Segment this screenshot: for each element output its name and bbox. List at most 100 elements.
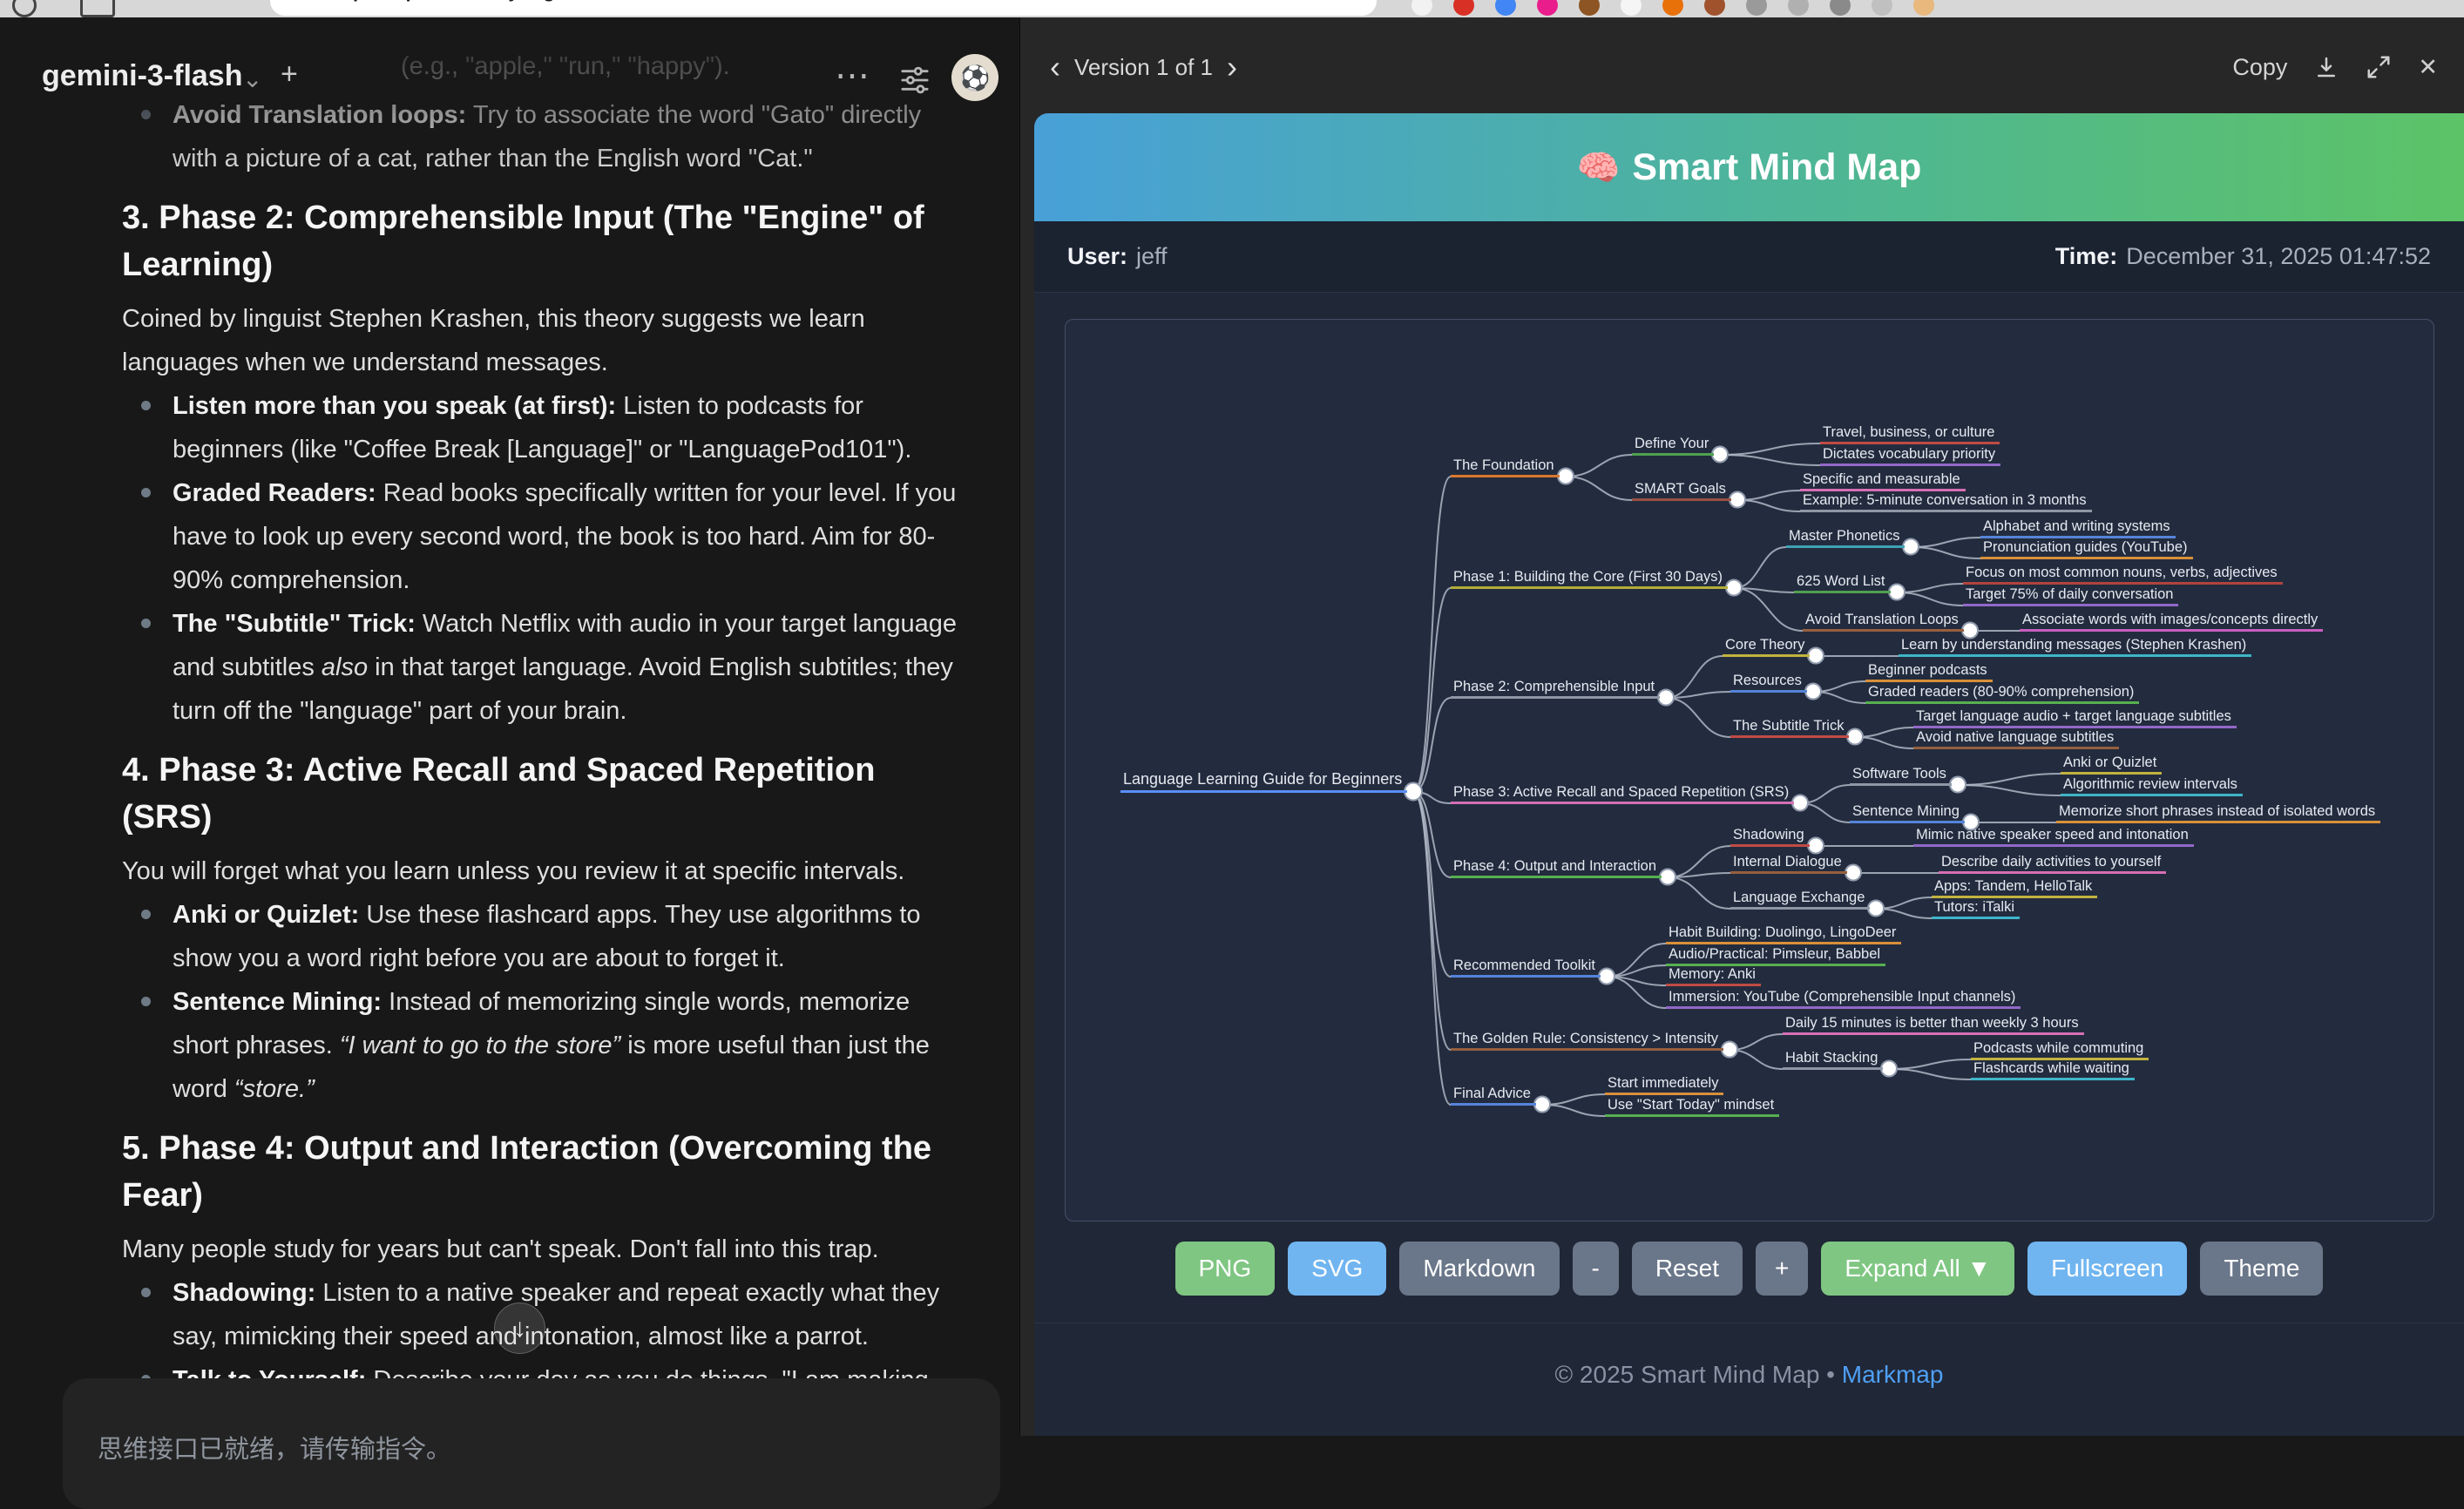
extension-icon[interactable] [1537, 0, 1558, 16]
doc-heading: 3. Phase 2: Comprehensible Input (The "E… [122, 194, 971, 288]
mindmap-node[interactable]: Podcasts while commuting [1971, 1039, 2149, 1060]
extension-icon[interactable] [1746, 0, 1767, 16]
mindmap-node[interactable]: Define Your [1632, 435, 1714, 456]
extension-icon[interactable] [1621, 0, 1642, 16]
extension-icon[interactable] [1788, 0, 1809, 16]
mindmap-node[interactable]: Habit Building: Duolingo, LingoDeer [1666, 924, 1901, 944]
mindmap-node[interactable]: Daily 15 minutes is better than weekly 3… [1783, 1014, 2084, 1035]
fullscreen-button[interactable]: Fullscreen [2027, 1242, 2187, 1296]
mindmap-node[interactable]: Tutors: iTalki [1932, 898, 2020, 919]
mindmap-node[interactable]: Anki or Quizlet [2061, 754, 2162, 775]
mindmap-node[interactable]: Specific and measurable [1800, 470, 1966, 491]
markdown-button[interactable]: Markdown [1399, 1242, 1559, 1296]
mindmap-node[interactable]: Avoid native language subtitles [1913, 728, 2119, 749]
mindmap-node[interactable]: Alphabet and writing systems [1980, 518, 2176, 538]
mindmap-node[interactable]: Apps: Tandem, HelloTalk [1932, 877, 2097, 898]
extension-icon[interactable] [1913, 0, 1934, 16]
reset-button[interactable]: Reset [1632, 1242, 1743, 1296]
mindmap-node[interactable]: The Foundation [1451, 457, 1560, 477]
extension-icon[interactable] [1411, 0, 1432, 16]
zoom-out-button[interactable]: - [1573, 1242, 1619, 1296]
mindmap-node[interactable]: Associate words with images/concepts dir… [2020, 611, 2323, 632]
mindmap-node[interactable]: The Subtitle Trick [1730, 717, 1849, 738]
mindmap-node[interactable]: Phase 2: Comprehensible Input [1451, 678, 1660, 699]
mindmap-node-dot [1722, 1042, 1737, 1058]
copy-button[interactable]: Copy [2232, 54, 2287, 81]
model-selector[interactable]: gemini-3-flash [42, 59, 242, 93]
mindmap-node[interactable]: Memorize short phrases instead of isolat… [2056, 802, 2380, 823]
extension-icon[interactable] [1579, 0, 1600, 16]
mindmap-node[interactable]: Language Exchange [1730, 889, 1870, 910]
mindmap-node[interactable]: Travel, business, or culture [1820, 423, 2000, 444]
mindmap-node[interactable]: Start immediately [1605, 1074, 1723, 1095]
extension-icon[interactable] [1872, 0, 1892, 16]
fullscreen-expand-icon[interactable] [2366, 54, 2392, 80]
mindmap-node[interactable]: Recommended Toolkit [1451, 957, 1601, 978]
zoom-in-button[interactable]: + [1756, 1242, 1808, 1296]
mindmap-node[interactable]: The Golden Rule: Consistency > Intensity [1451, 1030, 1723, 1051]
mindmap-node[interactable]: Target language audio + target language … [1913, 707, 2237, 728]
close-icon[interactable]: ✕ [2418, 54, 2438, 81]
chat-input[interactable] [63, 1378, 1000, 1509]
user-value: jeff [1136, 243, 1168, 270]
mindmap-node[interactable]: Dictates vocabulary priority [1820, 445, 2000, 466]
mindmap-node[interactable]: Master Phonetics [1786, 527, 1905, 548]
mindmap-node[interactable]: Phase 1: Building the Core (First 30 Day… [1451, 568, 1728, 589]
expand-all-button[interactable]: Expand All ▼ [1821, 1242, 2014, 1296]
mindmap-node[interactable]: Language Learning Guide for Beginners [1120, 769, 1407, 793]
mindmap-node-dot [1903, 539, 1919, 555]
new-chat-button[interactable]: + [281, 58, 298, 91]
mindmap-node[interactable]: Target 75% of daily conversation [1963, 585, 2178, 606]
previous-version-button[interactable]: ‹ [1041, 54, 1069, 80]
extension-icon[interactable] [1453, 0, 1474, 16]
mindmap-node[interactable]: Pronunciation guides (YouTube) [1980, 538, 2193, 559]
mindmap-node[interactable]: Phase 4: Output and Interaction [1451, 857, 1662, 878]
svg-button[interactable]: SVG [1288, 1242, 1386, 1296]
mindmap-node[interactable]: Resources [1730, 672, 1807, 693]
scroll-to-bottom-button[interactable]: ↓ [494, 1303, 545, 1354]
extension-icon[interactable] [1495, 0, 1516, 16]
mindmap-node[interactable]: Avoid Translation Loops [1803, 611, 1964, 632]
mindmap-node[interactable]: Software Tools [1850, 765, 1952, 786]
footer-separator: • [1826, 1361, 1835, 1388]
mindmap-canvas[interactable]: Language Learning Guide for Beginners The… [1066, 320, 2434, 1221]
address-bar[interactable]: https://open-webui.yungtzedaidata.site/c… [270, 0, 1377, 16]
mindmap-node[interactable]: Memory: Anki [1666, 965, 1761, 986]
mindmap-node[interactable]: Phase 3: Active Recall and Spaced Repeti… [1451, 783, 1794, 804]
mindmap-node[interactable]: Describe daily activities to yourself [1939, 853, 2166, 874]
mindmap-node[interactable]: Audio/Practical: Pimsleur, Babbel [1666, 945, 1885, 966]
mindmap-node[interactable]: Habit Stacking [1783, 1049, 1883, 1070]
next-version-button[interactable]: › [1218, 54, 1246, 80]
mindmap-node[interactable]: Final Advice [1451, 1085, 1536, 1106]
png-button[interactable]: PNG [1175, 1242, 1276, 1296]
extension-icon[interactable] [1830, 0, 1851, 16]
mindmap-node[interactable]: Focus on most common nouns, verbs, adjec… [1963, 564, 2283, 585]
mindmap-node[interactable]: Use "Start Today" mindset [1605, 1096, 1779, 1117]
mindmap-node[interactable]: Immersion: YouTube (Comprehensible Input… [1666, 988, 2021, 1009]
markmap-link[interactable]: Markmap [1842, 1361, 1944, 1388]
controls-sliders-icon[interactable] [899, 64, 931, 100]
chevron-down-icon[interactable]: ⌄ [242, 64, 262, 93]
extension-icon[interactable] [1662, 0, 1683, 16]
mindmap-node[interactable]: Beginner podcasts [1865, 661, 1993, 682]
mindmap-node[interactable]: Mimic native speaker speed and intonatio… [1913, 826, 2194, 847]
mindmap-node[interactable]: Learn by understanding messages (Stephen… [1899, 636, 2251, 657]
mindmap-node[interactable]: Core Theory [1723, 636, 1810, 657]
theme-button[interactable]: Theme [2200, 1242, 2323, 1296]
download-icon[interactable] [2313, 54, 2339, 80]
mindmap-node[interactable]: Graded readers (80-90% comprehension) [1865, 683, 2139, 704]
mindmap-node[interactable]: Example: 5-minute conversation in 3 mont… [1800, 491, 2092, 512]
mindmap-viewport[interactable]: Language Learning Guide for Beginners The… [1065, 319, 2434, 1221]
avatar[interactable]: ⚽ [951, 54, 998, 101]
mindmap-node[interactable]: Internal Dialogue [1730, 853, 1847, 874]
mindmap-node[interactable]: Sentence Mining [1850, 802, 1965, 823]
mindmap-node[interactable]: Algorithmic review intervals [2061, 775, 2243, 796]
more-options-icon[interactable]: ⋯ [835, 56, 871, 96]
extension-icon[interactable] [1704, 0, 1725, 16]
mindmap-node[interactable]: 625 Word List [1794, 572, 1891, 593]
browser-profile-icon[interactable] [12, 0, 37, 17]
mindmap-node[interactable]: Shadowing [1730, 826, 1810, 847]
mindmap-node[interactable]: Flashcards while waiting [1971, 1059, 2135, 1080]
mindmap-node[interactable]: SMART Goals [1632, 480, 1731, 501]
tab-overview-icon[interactable] [80, 0, 115, 17]
